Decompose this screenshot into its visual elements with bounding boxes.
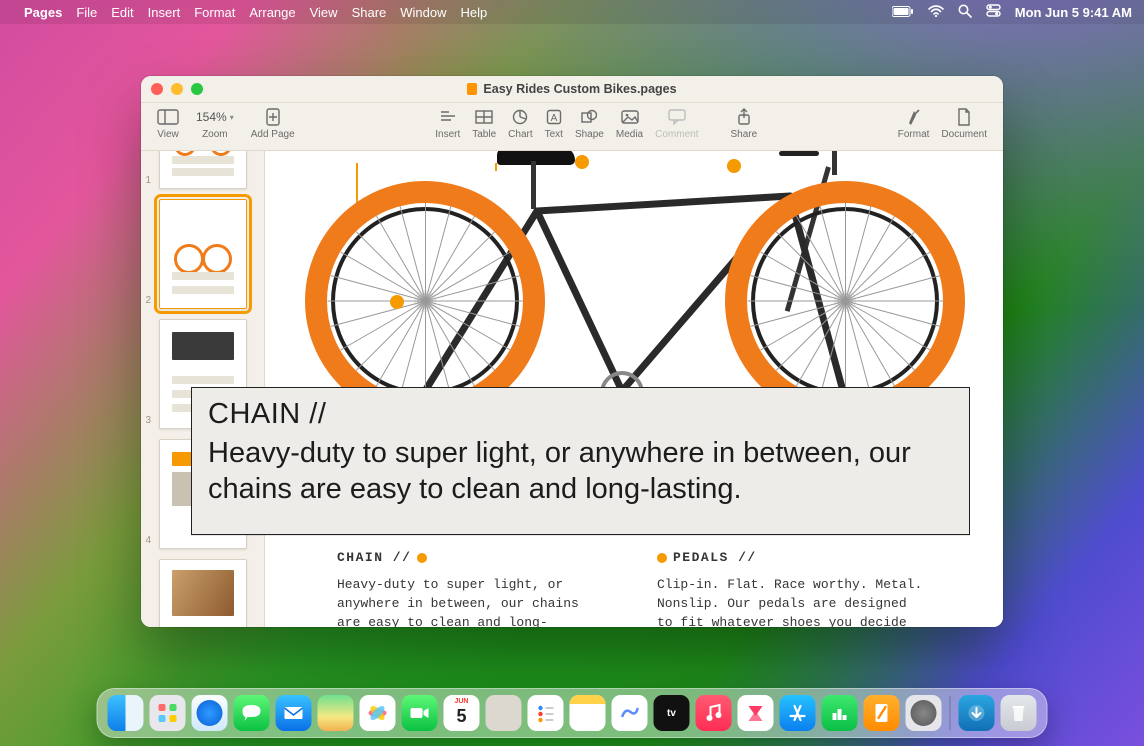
- menubar-clock[interactable]: Mon Jun 5 9:41 AM: [1015, 5, 1132, 20]
- control-center-icon[interactable]: [986, 4, 1001, 20]
- dock-pages-icon[interactable]: [864, 695, 900, 731]
- dock-news-icon[interactable]: [738, 695, 774, 731]
- toolbar-shape-label: Shape: [575, 129, 604, 140]
- toolbar-comment: Comment: [649, 107, 704, 140]
- toolbar-insert-label: Insert: [435, 129, 460, 140]
- dock-notes-icon[interactable]: [570, 695, 606, 731]
- callout-marker-wheel: [390, 295, 404, 309]
- toolbar-view-label: View: [157, 129, 179, 140]
- menu-arrange[interactable]: Arrange: [249, 5, 295, 20]
- toolbar-text-label: Text: [545, 129, 563, 140]
- window-zoom-button[interactable]: [191, 83, 203, 95]
- toolbar-document[interactable]: Document: [935, 107, 993, 140]
- window-close-button[interactable]: [151, 83, 163, 95]
- dock-trash-icon[interactable]: [1001, 695, 1037, 731]
- dock-freeform-icon[interactable]: [612, 695, 648, 731]
- pedals-heading: PEDALS //: [673, 549, 757, 568]
- dock-finder-icon[interactable]: [108, 695, 144, 731]
- menu-format[interactable]: Format: [194, 5, 235, 20]
- dock-messages-icon[interactable]: [234, 695, 270, 731]
- battery-icon[interactable]: [892, 5, 914, 20]
- pages-window: Easy Rides Custom Bikes.pages View 154% …: [141, 76, 1003, 627]
- chain-body: Heavy-duty to super light, or anywhere i…: [337, 576, 607, 627]
- dock-facetime-icon[interactable]: [402, 695, 438, 731]
- toolbar-shape[interactable]: Shape: [569, 107, 610, 140]
- dock-safari-icon[interactable]: [192, 695, 228, 731]
- menu-help[interactable]: Help: [461, 5, 488, 20]
- zoom-value[interactable]: 154%: [191, 107, 239, 127]
- page-number: 4: [146, 535, 152, 546]
- dock-mail-icon[interactable]: [276, 695, 312, 731]
- page-number: 2: [146, 295, 152, 306]
- calendar-day: 5: [456, 706, 466, 727]
- toolbar-zoom[interactable]: 154% Zoom: [185, 107, 245, 140]
- menu-file[interactable]: File: [76, 5, 97, 20]
- toolbar-media[interactable]: Media: [610, 107, 649, 140]
- document-proxy-icon[interactable]: [467, 83, 477, 95]
- page-thumbnail-2[interactable]: 2: [159, 199, 247, 309]
- page-thumbnail-1[interactable]: 1: [159, 151, 247, 189]
- chain-heading: CHAIN //: [337, 549, 411, 568]
- pages-toolbar: View 154% Zoom Add Page Insert Table Cha…: [141, 103, 1003, 151]
- menu-share[interactable]: Share: [352, 5, 387, 20]
- dock-separator: [950, 696, 951, 730]
- macos-menubar: Pages File Edit Insert Format Arrange Vi…: [0, 0, 1144, 24]
- toolbar-chart-label: Chart: [508, 129, 532, 140]
- toolbar-insert[interactable]: Insert: [429, 107, 466, 140]
- callout-marker-handlebars: [727, 159, 741, 173]
- hover-text-heading: CHAIN //: [208, 398, 953, 431]
- callout-marker-seat: [575, 155, 589, 169]
- toolbar-text[interactable]: A Text: [539, 107, 569, 140]
- menu-window[interactable]: Window: [400, 5, 446, 20]
- dock-contacts-icon[interactable]: [486, 695, 522, 731]
- toolbar-share-label: Share: [730, 129, 757, 140]
- toolbar-zoom-label: Zoom: [202, 129, 228, 140]
- svg-text:A: A: [550, 113, 557, 124]
- window-minimize-button[interactable]: [171, 83, 183, 95]
- tv-label: tv: [667, 708, 676, 719]
- window-title: Easy Rides Custom Bikes.pages: [483, 82, 676, 96]
- wifi-icon[interactable]: [928, 5, 944, 20]
- dock-photos-icon[interactable]: [360, 695, 396, 731]
- dock-system-settings-icon[interactable]: [906, 695, 942, 731]
- calendar-month: JUN: [454, 698, 468, 705]
- callout-marker-chain: [417, 553, 427, 563]
- page-number: 1: [146, 175, 152, 186]
- dock-maps-icon[interactable]: [318, 695, 354, 731]
- window-titlebar[interactable]: Easy Rides Custom Bikes.pages: [141, 76, 1003, 103]
- toolbar-document-label: Document: [941, 129, 987, 140]
- menu-edit[interactable]: Edit: [111, 5, 133, 20]
- toolbar-chart[interactable]: Chart: [502, 107, 538, 140]
- toolbar-media-label: Media: [616, 129, 643, 140]
- toolbar-add-page-label: Add Page: [251, 129, 295, 140]
- toolbar-format[interactable]: Format: [892, 107, 936, 140]
- spotlight-icon[interactable]: [958, 4, 972, 21]
- dock-downloads-icon[interactable]: [959, 695, 995, 731]
- toolbar-share[interactable]: Share: [724, 107, 763, 140]
- dock-reminders-icon[interactable]: [528, 695, 564, 731]
- dock-numbers-icon[interactable]: [822, 695, 858, 731]
- dock-launchpad-icon[interactable]: [150, 695, 186, 731]
- dock-appstore-icon[interactable]: [780, 695, 816, 731]
- pedals-body: Clip-in. Flat. Race worthy. Metal. Nonsl…: [657, 576, 927, 627]
- hover-text-body: Heavy-duty to super light, or anywhere i…: [208, 435, 953, 508]
- dock-tv-icon[interactable]: tv: [654, 695, 690, 731]
- toolbar-comment-label: Comment: [655, 129, 698, 140]
- menu-insert[interactable]: Insert: [148, 5, 181, 20]
- menu-view[interactable]: View: [310, 5, 338, 20]
- callout-marker-pedals: [657, 553, 667, 563]
- toolbar-table[interactable]: Table: [466, 107, 502, 140]
- app-menu[interactable]: Pages: [24, 5, 62, 20]
- toolbar-add-page[interactable]: Add Page: [245, 107, 301, 140]
- toolbar-table-label: Table: [472, 129, 496, 140]
- dock-music-icon[interactable]: [696, 695, 732, 731]
- dock-calendar-icon[interactable]: JUN5: [444, 695, 480, 731]
- toolbar-view[interactable]: View: [151, 107, 185, 140]
- page-thumbnail-5[interactable]: [159, 559, 247, 627]
- toolbar-format-label: Format: [898, 129, 930, 140]
- macos-dock: JUN5 tv: [97, 688, 1048, 738]
- hover-text-panel: CHAIN // Heavy-duty to super light, or a…: [191, 387, 970, 535]
- page-number: 3: [146, 415, 152, 426]
